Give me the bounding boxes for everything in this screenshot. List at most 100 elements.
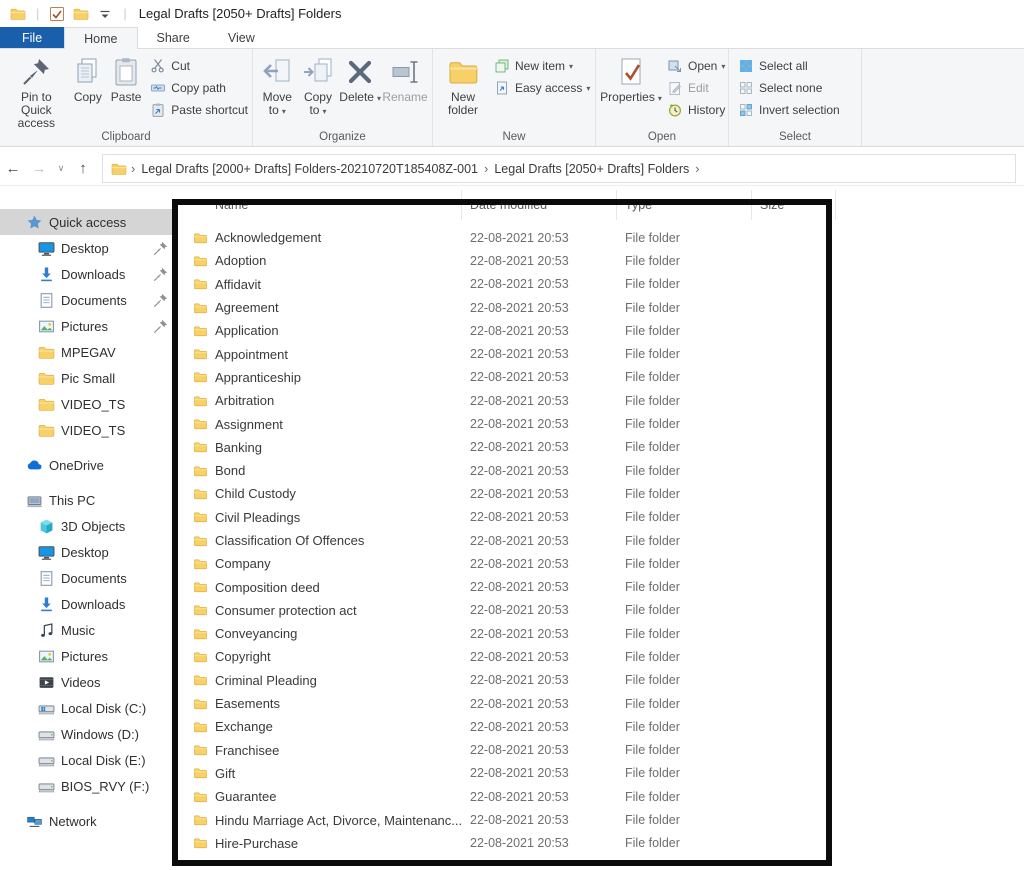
file-row[interactable]: Affidavit22-08-2021 20:53File folder	[175, 273, 1024, 296]
file-row[interactable]: Copyright22-08-2021 20:53File folder	[175, 645, 1024, 668]
sidebar-item-onedrive[interactable]: OneDrive	[0, 452, 175, 478]
sidebar-item-video-ts[interactable]: VIDEO_TS	[0, 417, 175, 443]
tab-share[interactable]: Share	[138, 27, 209, 48]
file-row[interactable]: Banking22-08-2021 20:53File folder	[175, 436, 1024, 459]
sidebar-item-network[interactable]: Network	[0, 808, 175, 834]
qat-new-folder-button-slot[interactable]	[73, 6, 89, 22]
ribbon-button-new-item[interactable]: New item▾	[494, 55, 590, 77]
qat-properties-button-slot[interactable]	[49, 6, 65, 22]
file-row[interactable]: Application22-08-2021 20:53File folder	[175, 319, 1024, 342]
sidebar-item-downloads[interactable]: Downloads	[0, 591, 175, 617]
sidebar-item-documents[interactable]: Documents	[0, 565, 175, 591]
file-row[interactable]: Child Custody22-08-2021 20:53File folder	[175, 482, 1024, 505]
ribbon-button-edit[interactable]: Edit	[667, 77, 725, 99]
file-row[interactable]: Acknowledgement22-08-2021 20:53File fold…	[175, 226, 1024, 249]
file-row[interactable]: Conveyancing22-08-2021 20:53File folder	[175, 622, 1024, 645]
ribbon-button-history[interactable]: History	[667, 99, 725, 121]
file-name: Conveyancing	[215, 626, 297, 641]
forward-button[interactable]: →	[26, 160, 52, 177]
sidebar-item-label: Desktop	[61, 545, 109, 560]
file-row[interactable]: Arbitration22-08-2021 20:53File folder	[175, 389, 1024, 412]
column-header-type[interactable]: Type	[617, 190, 752, 220]
ribbon: Pin to Quick accessCopyPasteCutCopy path…	[0, 49, 1024, 147]
file-row[interactable]: Company22-08-2021 20:53File folder	[175, 552, 1024, 575]
ribbon-button-invert-selection[interactable]: Invert selection	[738, 99, 840, 121]
tab-home[interactable]: Home	[64, 27, 137, 49]
sidebar-item-bios-rvy-f[interactable]: BIOS_RVY (F:)	[0, 773, 175, 799]
breadcrumb-segment[interactable]: Legal Drafts [2000+ Drafts] Folders-2021…	[141, 162, 478, 176]
sidebar-item-pictures[interactable]: Pictures	[0, 643, 175, 669]
file-row[interactable]: Composition deed22-08-2021 20:53File fol…	[175, 575, 1024, 598]
sidebar-item-pictures[interactable]: Pictures	[0, 313, 175, 339]
file-row[interactable]: Adoption22-08-2021 20:53File folder	[175, 249, 1024, 272]
file-row[interactable]: Exchange22-08-2021 20:53File folder	[175, 715, 1024, 738]
file-row[interactable]: Civil Pleadings22-08-2021 20:53File fold…	[175, 506, 1024, 529]
sidebar-item-this-pc[interactable]: This PC	[0, 487, 175, 513]
column-header-name[interactable]: Name	[175, 190, 462, 220]
address-bar[interactable]: ›Legal Drafts [2000+ Drafts] Folders-202…	[102, 154, 1016, 183]
column-header-size[interactable]: Size	[752, 190, 836, 220]
sidebar-item-downloads[interactable]: Downloads	[0, 261, 175, 287]
ribbon-button-move-to[interactable]: Move to▾	[257, 54, 298, 120]
ribbon-button-properties[interactable]: Properties▾	[600, 54, 662, 107]
ribbon-button-copy[interactable]: Copy	[69, 54, 107, 106]
sidebar-item-desktop[interactable]: Desktop	[0, 539, 175, 565]
sidebar-item-videos[interactable]: Videos	[0, 669, 175, 695]
ribbon-button-paste[interactable]: Paste	[107, 54, 145, 106]
ribbon-button-select-none[interactable]: Select none	[738, 77, 840, 99]
date-modified-cell: 22-08-2021 20:53	[462, 417, 617, 431]
sidebar-item-desktop[interactable]: Desktop	[0, 235, 175, 261]
sidebar-item-mpegav[interactable]: MPEGAV	[0, 339, 175, 365]
qat-customize-arrow-slot[interactable]	[97, 6, 113, 22]
file-row[interactable]: Consumer protection act22-08-2021 20:53F…	[175, 599, 1024, 622]
ribbon-button-new-folder[interactable]: New folder	[437, 54, 489, 119]
file-row[interactable]: Assignment22-08-2021 20:53File folder	[175, 412, 1024, 435]
folder-icon	[38, 370, 55, 387]
ribbon-button-copy-path[interactable]: Copy path	[150, 77, 248, 99]
file-name: Child Custody	[215, 486, 296, 501]
file-row[interactable]: Bond22-08-2021 20:53File folder	[175, 459, 1024, 482]
folder-icon	[193, 510, 208, 524]
recent-locations-arrow[interactable]: ∨	[52, 163, 70, 174]
file-row[interactable]: Franchisee22-08-2021 20:53File folder	[175, 739, 1024, 762]
ribbon-button-cut[interactable]: Cut	[150, 55, 248, 77]
app-folder-icon-slot[interactable]	[10, 6, 26, 22]
breadcrumb-segment[interactable]: Legal Drafts [2050+ Drafts] Folders	[494, 162, 689, 176]
ribbon-group-label: Clipboard	[0, 131, 252, 143]
file-row[interactable]: Classification Of Offences22-08-2021 20:…	[175, 529, 1024, 552]
tab-file[interactable]: File	[0, 27, 64, 48]
sidebar-item-3d-objects[interactable]: 3D Objects	[0, 513, 175, 539]
sidebar-item-documents[interactable]: Documents	[0, 287, 175, 313]
up-button[interactable]: ↑	[70, 160, 96, 177]
sidebar-item-local-disk-c[interactable]: Local Disk (C:)	[0, 695, 175, 721]
sidebar-item-local-disk-e[interactable]: Local Disk (E:)	[0, 747, 175, 773]
file-row[interactable]: Criminal Pleading22-08-2021 20:53File fo…	[175, 669, 1024, 692]
pin-small-icon	[152, 318, 169, 335]
sidebar-item-windows-d[interactable]: Windows (D:)	[0, 721, 175, 747]
file-name: Copyright	[215, 649, 271, 664]
ribbon-button-open[interactable]: Open▾	[667, 55, 725, 77]
ribbon-button-pin-to-quick-access[interactable]: Pin to Quick access	[4, 54, 69, 132]
ribbon-button-copy-to[interactable]: Copy to▾	[298, 54, 339, 120]
ribbon-button-delete[interactable]: Delete▾	[338, 54, 382, 107]
file-row[interactable]: Hire-Purchase22-08-2021 20:53File folder	[175, 832, 1024, 855]
back-button[interactable]: ←	[0, 160, 26, 177]
file-row[interactable]: Agreement22-08-2021 20:53File folder	[175, 296, 1024, 319]
sidebar-item-quick-access[interactable]: Quick access	[0, 209, 175, 235]
file-row[interactable]: Gift22-08-2021 20:53File folder	[175, 762, 1024, 785]
file-row[interactable]: Easements22-08-2021 20:53File folder	[175, 692, 1024, 715]
column-header-date-modified[interactable]: Date modified	[462, 190, 617, 220]
sidebar-item-music[interactable]: Music	[0, 617, 175, 643]
file-row[interactable]: Hindu Marriage Act, Divorce, Maintenanc.…	[175, 808, 1024, 831]
ribbon-button-select-all[interactable]: Select all	[738, 55, 840, 77]
sidebar-item-video-ts[interactable]: VIDEO_TS	[0, 391, 175, 417]
ribbon-button-rename[interactable]: Rename	[382, 54, 428, 106]
file-row[interactable]: Appranticeship22-08-2021 20:53File folde…	[175, 366, 1024, 389]
disk-icon	[38, 778, 55, 795]
file-row[interactable]: Appointment22-08-2021 20:53File folder	[175, 342, 1024, 365]
file-row[interactable]: Guarantee22-08-2021 20:53File folder	[175, 785, 1024, 808]
sidebar-item-pic-small[interactable]: Pic Small	[0, 365, 175, 391]
ribbon-button-easy-access[interactable]: Easy access▾	[494, 77, 590, 99]
ribbon-button-paste-shortcut[interactable]: Paste shortcut	[150, 99, 248, 121]
tab-view[interactable]: View	[209, 27, 274, 48]
